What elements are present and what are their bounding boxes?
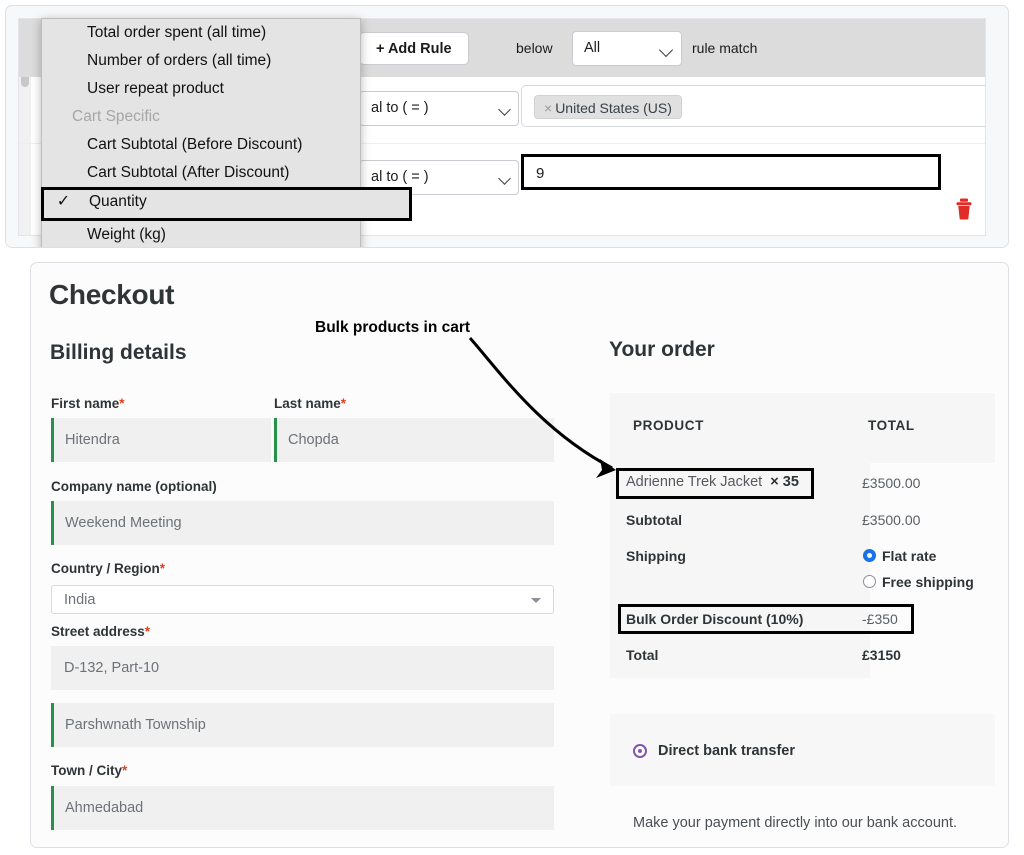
last-name-value: Chopda (288, 432, 339, 448)
trash-icon (951, 196, 977, 222)
street-address-line1-field[interactable]: D-132, Part-10 (51, 646, 554, 690)
required-asterisk: * (145, 624, 150, 639)
chevron-down-icon (531, 598, 541, 603)
street-address-line1-value: D-132, Part-10 (64, 660, 159, 676)
dropdown-item-label: Cart Subtotal (Before Discount) (87, 136, 302, 153)
company-name-label: Company name (optional) (51, 479, 217, 494)
country-token-label: United States (US) (555, 100, 672, 116)
dropdown-item-cart-subtotal-after-discount[interactable]: Cart Subtotal (After Discount) (42, 159, 360, 187)
chevron-down-icon (498, 172, 511, 185)
dropdown-item-cart-subtotal-before-discount[interactable]: Cart Subtotal (Before Discount) (42, 131, 360, 159)
dropdown-item-label: Total order spent (all time) (87, 24, 266, 41)
street-address-label: Street address* (51, 624, 150, 639)
page-title: Checkout (49, 279, 174, 311)
dropdown-item-label: Weight (kg) (87, 226, 166, 243)
last-name-label: Last name* (274, 396, 346, 411)
col-total-header: TOTAL (868, 418, 915, 433)
country-region-value: India (64, 592, 95, 608)
rule-match-value: All (584, 40, 600, 56)
your-order-heading: Your order (609, 338, 715, 362)
street-address-line2-value: Parshwnath Township (65, 717, 206, 733)
country-token-input[interactable]: ×United States (US) (521, 85, 986, 127)
order-table-header: PRODUCT TOTAL (610, 393, 995, 463)
dropdown-item-quantity[interactable]: ✓ Quantity (41, 187, 412, 221)
rule-match-label: rule match (692, 40, 757, 56)
rule-match-select[interactable]: All (572, 31, 682, 66)
chevron-down-icon (498, 103, 511, 116)
town-city-label: Town / City* (51, 763, 127, 778)
add-rule-button[interactable]: + Add Rule (359, 32, 469, 65)
street-address-line2-field[interactable]: Parshwnath Township (51, 703, 554, 747)
payment-method-label[interactable]: Direct bank transfer (658, 743, 795, 759)
required-asterisk: * (119, 396, 124, 411)
payment-method-note: Make your payment directly into our bank… (633, 815, 957, 831)
last-name-field[interactable]: Chopda (274, 418, 554, 462)
screenshot-root: + Add Rule below All rule match al to ( … (0, 0, 1024, 855)
required-asterisk: * (122, 763, 127, 778)
condition-operator-select-1[interactable]: al to ( = ) (359, 91, 519, 126)
rule-builder-panel: + Add Rule below All rule match al to ( … (5, 5, 1009, 248)
total-value: £3150 (862, 647, 901, 663)
quantity-value: 9 (536, 165, 544, 182)
annotation-label: Bulk products in cart (315, 319, 470, 337)
dropdown-item-user-repeat-product[interactable]: User repeat product (42, 75, 360, 103)
required-asterisk: * (160, 561, 165, 576)
remove-token-icon[interactable]: × (544, 100, 552, 116)
quantity-value-input[interactable]: 9 (521, 154, 941, 190)
country-region-select[interactable]: India (51, 585, 554, 614)
town-city-field[interactable]: Ahmedabad (51, 786, 554, 830)
condition-field-dropdown-menu[interactable]: Total order spent (all time) Number of o… (41, 18, 361, 248)
shipping-option-flat-rate-radio[interactable] (863, 549, 876, 562)
delete-rule-button[interactable] (951, 196, 977, 222)
country-region-label: Country / Region* (51, 561, 165, 576)
subtotal-label: Subtotal (626, 512, 682, 528)
shipping-label: Shipping (626, 548, 686, 564)
first-name-value: Hitendra (65, 432, 120, 448)
shipping-option-free-shipping-label[interactable]: Free shipping (882, 574, 974, 590)
discount-highlight-box (618, 604, 914, 634)
total-label: Total (626, 647, 658, 663)
condition-operator-value-1: al to ( = ) (371, 100, 429, 116)
dropdown-item-total-order-spent[interactable]: Total order spent (all time) (42, 19, 360, 47)
company-name-field[interactable]: Weekend Meeting (51, 501, 554, 545)
first-name-label: First name* (51, 396, 125, 411)
col-product-header: PRODUCT (633, 418, 704, 433)
line-item-highlight-box (616, 468, 814, 499)
billing-details-heading: Billing details (50, 341, 187, 365)
checkmark-icon: ✓ (41, 190, 86, 213)
subtotal-value: £3500.00 (862, 512, 920, 528)
country-token[interactable]: ×United States (US) (534, 95, 682, 119)
dropdown-group-cart-specific: Cart Specific (42, 103, 360, 131)
dropdown-item-label: Number of orders (all time) (87, 52, 271, 69)
chevron-down-icon (659, 43, 673, 57)
line-item-total: £3500.00 (862, 475, 920, 491)
dropdown-item-label: Cart Subtotal (After Discount) (87, 164, 289, 181)
required-asterisk: * (341, 396, 346, 411)
town-city-value: Ahmedabad (65, 800, 143, 816)
first-name-field[interactable]: Hitendra (51, 418, 271, 462)
below-label: below (516, 40, 553, 56)
condition-operator-value-2: al to ( = ) (371, 169, 429, 185)
dropdown-item-label: Quantity (89, 193, 147, 210)
dropdown-item-label: User repeat product (87, 80, 224, 97)
payment-method-radio[interactable] (633, 744, 647, 758)
company-name-value: Weekend Meeting (65, 515, 182, 531)
dropdown-group-label: Cart Specific (72, 108, 160, 125)
shipping-option-free-shipping-radio[interactable] (863, 575, 876, 588)
shipping-option-flat-rate-label[interactable]: Flat rate (882, 548, 936, 564)
dropdown-item-weight[interactable]: Weight (kg) (42, 221, 360, 248)
dropdown-item-number-of-orders[interactable]: Number of orders (all time) (42, 47, 360, 75)
